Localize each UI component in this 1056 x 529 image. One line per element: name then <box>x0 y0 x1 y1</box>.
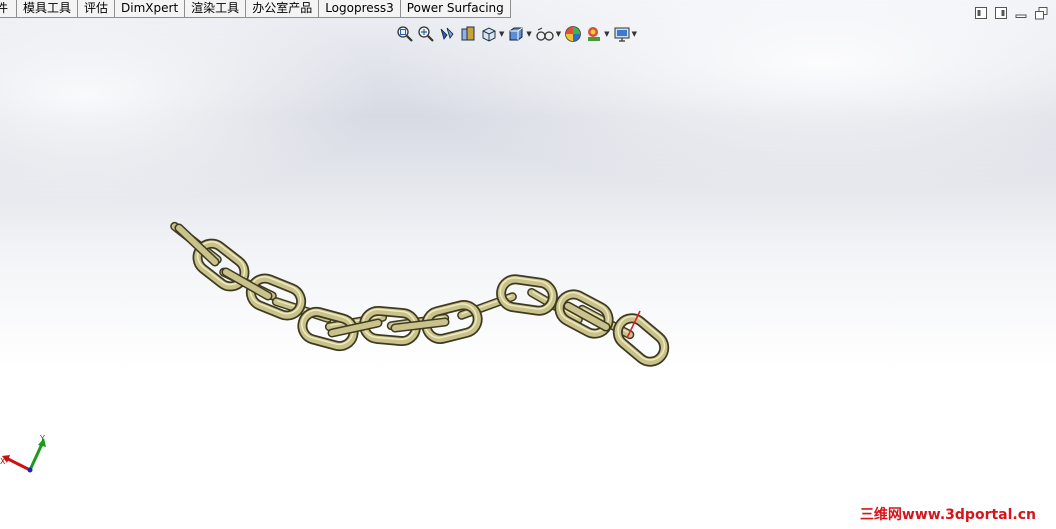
reference-triad: Y X <box>0 434 46 473</box>
triad-y-label: Y <box>39 434 45 443</box>
chain-model[interactable] <box>0 0 1056 529</box>
chain-link[interactable] <box>611 311 671 368</box>
watermark: 三维网www.3dportal.cn <box>859 507 1036 523</box>
triad-x-label: X <box>0 457 6 466</box>
